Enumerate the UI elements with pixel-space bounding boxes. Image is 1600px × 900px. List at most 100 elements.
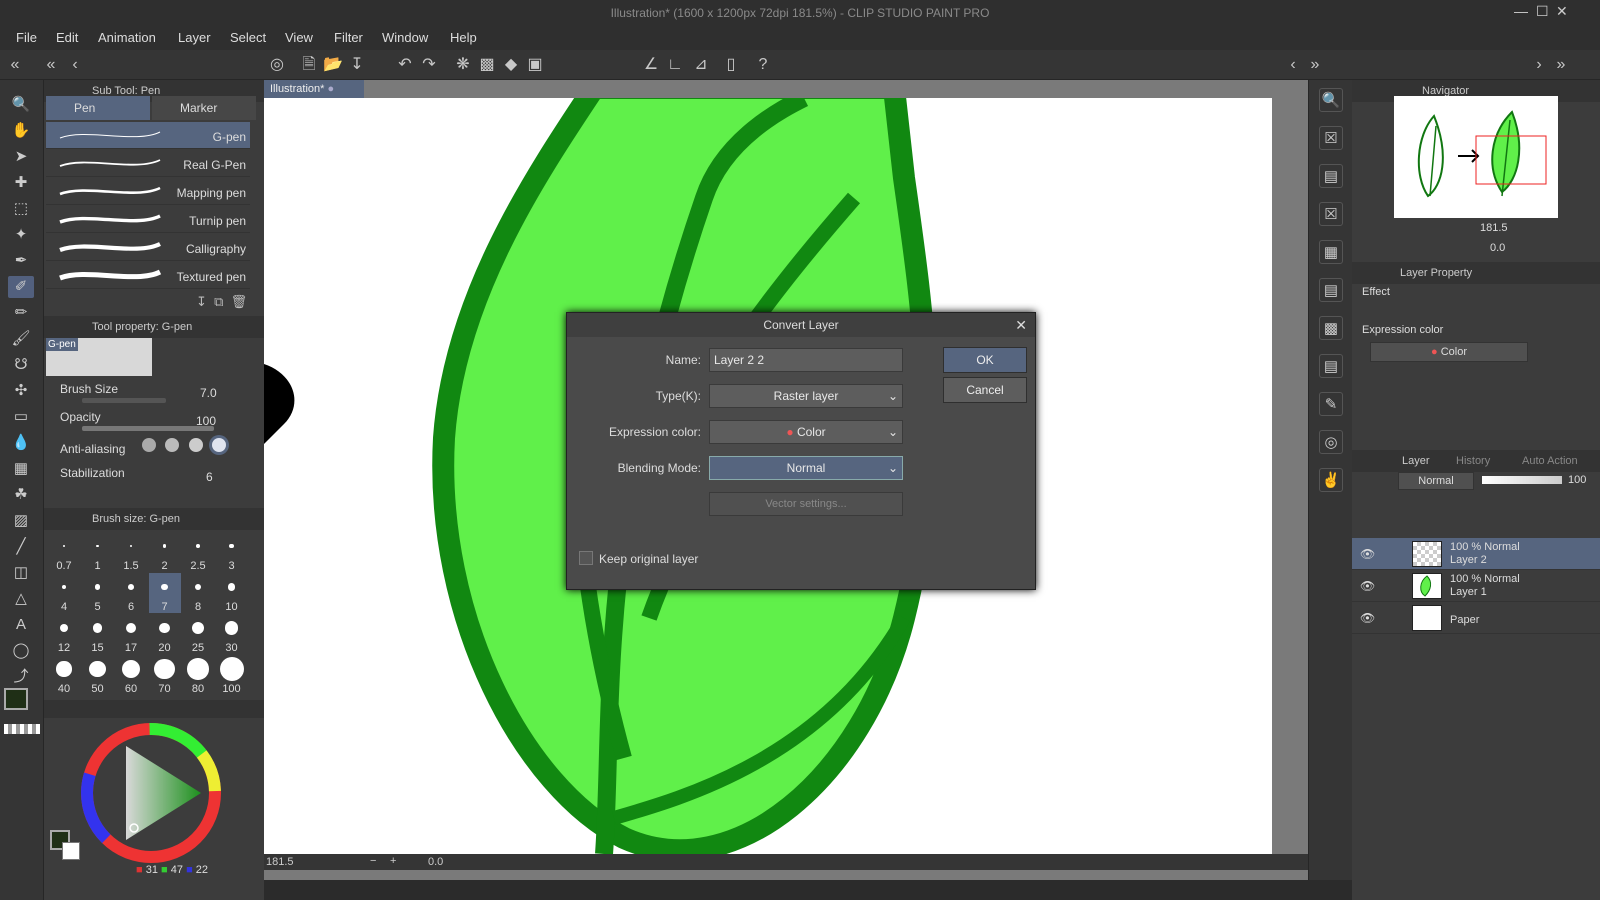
brush-item[interactable]: G-pen (46, 122, 250, 149)
layer-row[interactable]: 👁 100 % Normal Layer 1 (1352, 570, 1600, 602)
device-icon[interactable]: ▯ (720, 54, 742, 76)
liquify-icon[interactable]: ▦ (8, 458, 34, 480)
save-icon[interactable]: ↧ (346, 54, 368, 76)
brush-size-option[interactable]: 70 (149, 655, 181, 695)
brush-size-option[interactable]: 6 (115, 573, 147, 613)
zoom-in-icon[interactable]: + (390, 855, 396, 867)
expand-right-icon-2[interactable]: » (1550, 54, 1572, 76)
layer-opacity-slider[interactable] (1482, 476, 1562, 484)
menu-filter[interactable]: Filter (334, 30, 363, 45)
brush-size-option[interactable]: 50 (82, 655, 114, 695)
antialias-options[interactable] (142, 438, 232, 456)
brush-size-option[interactable]: 7 (148, 573, 181, 613)
figure-icon[interactable]: ╱ (8, 536, 34, 558)
correct-line-icon[interactable]: ⤴ (8, 666, 34, 688)
move-layer-icon[interactable]: ✚ (8, 172, 34, 194)
dialog-close-icon[interactable]: ✕ (1015, 317, 1027, 334)
clip-studio-icon[interactable]: ◎ (266, 54, 288, 76)
operation-icon[interactable]: ➤ (8, 146, 34, 168)
status-zoom[interactable]: 181.5 (266, 856, 294, 868)
blend-icon[interactable]: 💧 (8, 432, 34, 454)
download-icon[interactable]: ↧ (196, 294, 207, 309)
navigator-angle[interactable]: 0.0 (1490, 242, 1505, 254)
undo-icon[interactable]: ↶ (394, 54, 416, 76)
brush-size-option[interactable]: 12 (48, 614, 80, 654)
hand-icon[interactable]: ✋ (8, 120, 34, 142)
document-tab[interactable]: Illustration* ● (264, 80, 364, 98)
brush-size-option[interactable]: 2 (149, 532, 181, 572)
brush-size-option[interactable]: 4 (48, 573, 80, 613)
search-material-icon[interactable]: 🔍 (1319, 88, 1343, 112)
minimize-icon[interactable]: — (1514, 3, 1528, 19)
brush-size-option[interactable]: 40 (48, 655, 80, 695)
brush-size-option[interactable]: 5 (82, 573, 114, 613)
material-icon-9[interactable]: ◎ (1319, 430, 1343, 454)
duplicate-icon[interactable]: ⧉ (214, 294, 223, 309)
help-icon[interactable]: ? (752, 54, 774, 76)
material-icon-1[interactable]: ☒ (1319, 126, 1343, 150)
snap-special-ruler-icon[interactable]: ∟ (664, 54, 686, 76)
balloon-icon[interactable]: ◯ (8, 640, 34, 662)
new-file-icon[interactable]: 🗎 (298, 54, 320, 76)
tab-history[interactable]: History (1456, 455, 1490, 467)
color-wheel[interactable] (76, 718, 226, 868)
status-angle[interactable]: 0.0 (428, 856, 443, 868)
brush-size-option[interactable]: 15 (82, 614, 114, 654)
material-icon-5[interactable]: ▤ (1319, 278, 1343, 302)
brush-size-option[interactable]: 1 (82, 532, 114, 572)
fill-icon[interactable]: ◆ (500, 54, 522, 76)
brush-size-option[interactable]: 10 (216, 573, 248, 613)
chevron-left-icon-2[interactable]: ‹ (1282, 54, 1304, 76)
eye-icon[interactable]: 👁 (1360, 547, 1375, 561)
pen-icon[interactable]: ✐ (8, 276, 34, 298)
eraser-icon[interactable]: ▭ (8, 406, 34, 428)
layer-opacity[interactable]: 100 (1568, 474, 1586, 486)
navigator-zoom[interactable]: 181.5 (1480, 222, 1508, 234)
frame-icon[interactable]: ◫ (8, 562, 34, 584)
close-window-icon[interactable]: ✕ (1556, 3, 1568, 20)
collapse-left-icon-2[interactable]: « (40, 54, 62, 76)
clear-icon[interactable]: ▩ (476, 54, 498, 76)
loading-icon[interactable]: ❋ (452, 54, 474, 76)
brush-size-option[interactable]: 100 (216, 655, 248, 695)
transform-icon[interactable]: ▣ (524, 54, 546, 76)
zoom-out-icon[interactable]: − (370, 855, 376, 867)
ok-button[interactable]: OK (943, 347, 1027, 373)
blending-mode-select[interactable]: Normal ⌄ (709, 456, 903, 480)
redo-icon[interactable]: ↷ (418, 54, 440, 76)
menu-help[interactable]: Help (450, 30, 477, 45)
tab-auto-action[interactable]: Auto Action (1522, 455, 1578, 467)
ruler-icon[interactable]: △ (8, 588, 34, 610)
brush-size-value[interactable]: 7.0 (200, 386, 217, 400)
material-icon-10[interactable]: ✌ (1319, 468, 1343, 492)
zoom-icon[interactable]: 🔍 (8, 94, 34, 116)
chevron-left-icon[interactable]: ‹ (64, 54, 86, 76)
decoration-icon[interactable]: ✣ (8, 380, 34, 402)
type-select[interactable]: Raster layer ⌄ (709, 384, 903, 408)
brush-size-option[interactable]: 8 (182, 573, 214, 613)
auto-select-icon[interactable]: ✦ (8, 224, 34, 246)
delete-icon[interactable]: 🗑 (231, 294, 248, 309)
expression-color-select[interactable]: ● Color ⌄ (709, 420, 903, 444)
brush-size-option[interactable]: 3 (216, 532, 248, 572)
brush-size-option[interactable]: 20 (149, 614, 181, 654)
main-color-swatch[interactable] (4, 688, 28, 710)
eye-icon[interactable]: 👁 (1360, 579, 1375, 593)
keep-original-checkbox[interactable] (579, 551, 593, 565)
chevron-right-icon[interactable]: › (1528, 54, 1550, 76)
snap-grid-icon[interactable]: ⊿ (690, 54, 712, 76)
brush-item[interactable]: Calligraphy (46, 234, 250, 261)
layer-row[interactable]: 👁 100 % Normal Layer 2 (1352, 538, 1600, 570)
menu-file[interactable]: File (16, 30, 37, 45)
brush-size-option[interactable]: 80 (182, 655, 214, 695)
stabilization-value[interactable]: 6 (206, 470, 213, 484)
menu-animation[interactable]: Animation (98, 30, 156, 45)
color-panel-tabs[interactable] (44, 700, 264, 718)
open-file-icon[interactable]: 📂 (322, 54, 344, 76)
collapse-left-icon[interactable]: « (4, 54, 26, 76)
brush-size-option[interactable]: 60 (115, 655, 147, 695)
tab-pen[interactable]: Pen (46, 96, 150, 120)
brush-size-option[interactable]: 17 (115, 614, 147, 654)
menu-edit[interactable]: Edit (56, 30, 78, 45)
sub-color-small[interactable] (62, 842, 80, 860)
